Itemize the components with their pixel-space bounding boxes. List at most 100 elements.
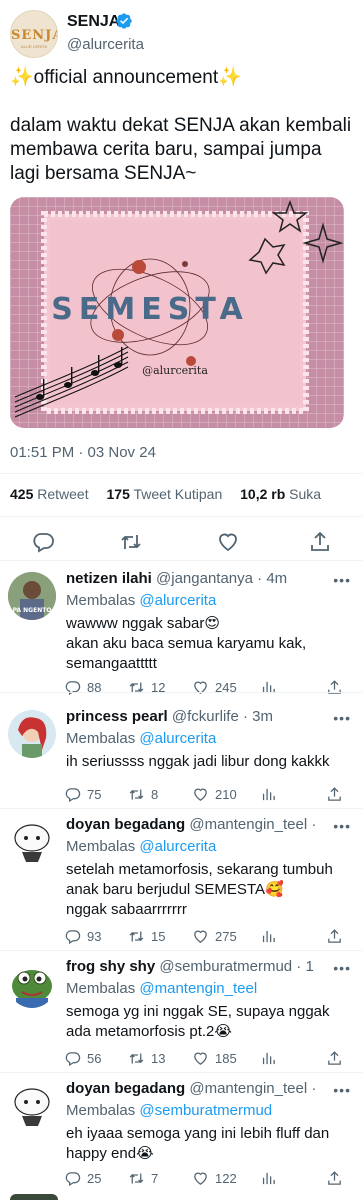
reply-author-handle[interactable]: @fckurlife — [172, 708, 239, 725]
share-action[interactable] — [326, 928, 343, 945]
replying-to-handle[interactable]: @mantengin_teel — [139, 980, 257, 997]
reply-tweet[interactable]: PA NGENTO netizen ilahi @jangantanya · 4… — [0, 562, 363, 696]
replying-to-handle[interactable]: @semburatmermud — [139, 1102, 272, 1119]
reply-actions: 75 8 210 — [64, 786, 354, 808]
reply-author-name[interactable]: frog shy shy — [66, 958, 155, 975]
reply-icon[interactable] — [31, 530, 55, 554]
reply-actions: 25 7 122 — [64, 1170, 354, 1192]
stats-action[interactable] — [260, 786, 277, 803]
svg-text:PA NGENTO: PA NGENTO — [13, 607, 52, 614]
like-action[interactable]: 245 — [192, 679, 237, 696]
retweet-action[interactable]: 12 — [128, 679, 165, 696]
like-count: 185 — [215, 1051, 237, 1066]
reply-tweet[interactable]: frog shy shy @semburatmermud · 1 ••• Mem… — [0, 950, 363, 1072]
more-icon[interactable]: ••• — [333, 1082, 351, 1098]
share-icon — [328, 680, 341, 694]
reply-actions: 93 15 275 — [64, 928, 354, 950]
like-action[interactable]: 275 — [192, 928, 237, 945]
more-icon[interactable]: ••• — [333, 818, 351, 834]
replying-to-handle[interactable]: @alurcerita — [139, 838, 216, 855]
share-action[interactable] — [326, 1050, 343, 1067]
retweet-action[interactable]: 7 — [128, 1170, 158, 1187]
share-icon[interactable] — [308, 530, 332, 554]
reply-avatar[interactable]: PA NGENTO — [8, 572, 56, 620]
like-action[interactable]: 210 — [192, 786, 237, 803]
reply-action[interactable]: 75 — [64, 786, 101, 803]
reply-action[interactable]: 56 — [64, 1050, 101, 1067]
reply-action[interactable]: 88 — [64, 679, 101, 696]
reply-count: 75 — [87, 787, 102, 802]
retweet-icon[interactable] — [119, 530, 143, 554]
reply-tweet[interactable]: doyan begadang @mantengin_teel · ••• Mem… — [0, 808, 363, 950]
share-icon — [328, 929, 341, 943]
reply-author-handle[interactable]: @mantengin_teel — [189, 816, 307, 833]
stats-action[interactable] — [260, 1050, 277, 1067]
reply-avatar[interactable] — [8, 960, 56, 1008]
reply-author-handle[interactable]: @jangantanya — [156, 570, 253, 587]
poster-handle: @alurcerita — [142, 364, 208, 377]
replying-to-handle[interactable]: @alurcerita — [139, 730, 216, 747]
share-action[interactable] — [326, 679, 343, 696]
reply-action[interactable]: 93 — [64, 928, 101, 945]
author-handle[interactable]: @alurcerita — [67, 36, 144, 53]
like-icon[interactable] — [216, 530, 240, 554]
share-icon — [328, 1171, 341, 1185]
reply-icon — [65, 788, 81, 803]
replying-to: Membalas @semburatmermud — [66, 1102, 273, 1119]
reply-time[interactable]: 1 — [305, 958, 313, 975]
like-icon — [194, 788, 207, 801]
tweet-image[interactable]: SEMESTA @alurcerita — [10, 197, 344, 428]
reply-icon — [65, 1172, 81, 1187]
reply-avatar[interactable] — [8, 710, 56, 758]
stats-action[interactable] — [260, 1170, 277, 1187]
stats-icon — [262, 681, 275, 694]
reply-author-name[interactable]: doyan begadang — [66, 1080, 185, 1097]
reply-time[interactable]: 3m — [252, 708, 273, 725]
like-action[interactable]: 185 — [192, 1050, 237, 1067]
more-icon[interactable]: ••• — [333, 960, 351, 976]
reply-author-name[interactable]: doyan begadang — [66, 816, 185, 833]
avatar-logo-subtext: ALUR CERITA — [20, 44, 48, 49]
reply-avatar[interactable] — [8, 818, 56, 866]
more-icon[interactable]: ••• — [333, 710, 351, 726]
retweet-action[interactable]: 13 — [128, 1050, 165, 1067]
retweets-stat[interactable]: 425 Retweet — [10, 486, 89, 502]
reply-author-handle[interactable]: @semburatmermud — [159, 958, 292, 975]
retweet-action[interactable]: 8 — [128, 786, 158, 803]
author-name[interactable]: SENJA — [67, 13, 120, 31]
reply-icon — [65, 681, 81, 696]
like-action[interactable]: 122 — [192, 1170, 237, 1187]
reply-time[interactable]: 4m — [266, 570, 287, 587]
reply-author-handle[interactable]: @mantengin_teel — [189, 1080, 307, 1097]
reply-count: 25 — [87, 1171, 102, 1186]
reply-author-name[interactable]: princess pearl — [66, 708, 168, 725]
reply-action[interactable]: 25 — [64, 1170, 101, 1187]
likes-stat[interactable]: 10,2 rb Suka — [240, 486, 321, 502]
tweet-text-announcement: ✨official announcement✨ — [10, 67, 242, 88]
reply-tweet[interactable]: doyan begadang @mantengin_teel · ••• Mem… — [0, 1072, 363, 1200]
like-count: 122 — [215, 1171, 237, 1186]
replying-to-handle[interactable]: @alurcerita — [139, 592, 216, 609]
like-count: 210 — [215, 787, 237, 802]
share-action[interactable] — [326, 786, 343, 803]
retweet-action[interactable]: 15 — [128, 928, 165, 945]
author-avatar[interactable]: SENJA ALUR CERITA — [10, 10, 58, 58]
reply-author-name[interactable]: netizen ilahi — [66, 570, 152, 587]
reply-text: setelah metamorfosis, sekarang tumbuh an… — [66, 861, 333, 918]
like-count: 275 — [215, 929, 237, 944]
share-action[interactable] — [326, 1170, 343, 1187]
stats-action[interactable] — [260, 928, 277, 945]
retweet-icon — [129, 789, 144, 800]
tweet-text: ✨official announcement✨ dalam waktu deka… — [10, 66, 355, 186]
reply-avatar[interactable] — [10, 1194, 58, 1200]
stats-action[interactable] — [260, 679, 277, 696]
poster-title: SEMESTA — [51, 292, 248, 327]
quotes-stat[interactable]: 175 Tweet Kutipan — [107, 486, 223, 502]
reply-avatar[interactable] — [8, 1082, 56, 1130]
more-icon[interactable]: ••• — [333, 572, 351, 588]
tweet-timestamp[interactable]: 01:51 PM · 03 Nov 24 — [10, 444, 156, 461]
reply-actions: 88 12 245 — [64, 679, 354, 701]
reply-icon — [65, 1052, 81, 1067]
reply-header: doyan begadang @mantengin_teel · — [66, 1080, 317, 1097]
reply-tweet[interactable]: princess pearl @fckurlife · 3m ••• Memba… — [0, 700, 363, 808]
